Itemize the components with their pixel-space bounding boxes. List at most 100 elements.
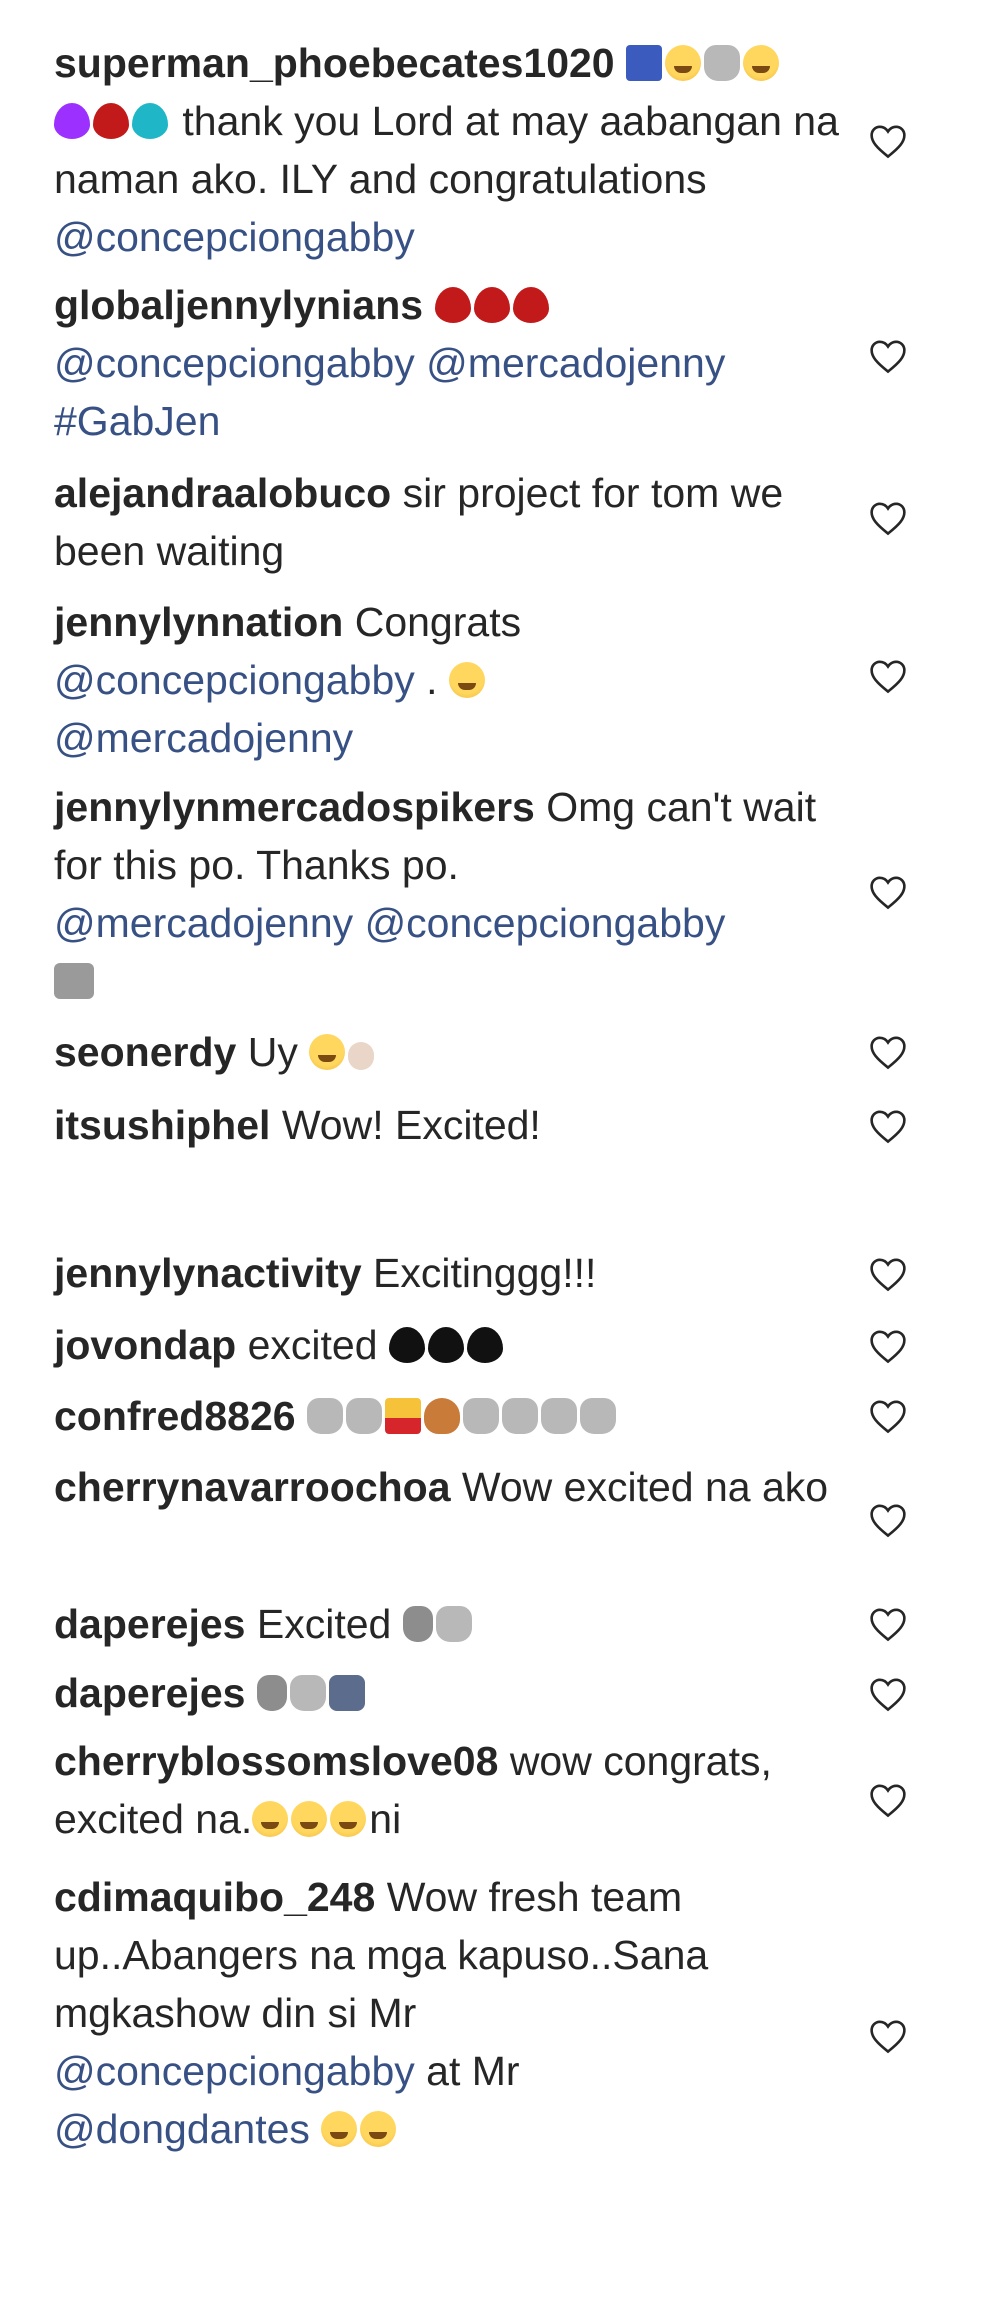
like-heart-icon[interactable] [868,874,908,910]
comment-text: thank you Lord at may aabangan na naman … [54,98,839,202]
comment-item: cherrynavarroochoa Wow excited na ako [54,1458,854,1516]
comment-text: Uy [247,1029,298,1075]
mention-link[interactable]: @mercadojenny [426,340,725,386]
comment-text: excited [247,1322,378,1368]
comment-item: itsushiphel Wow! Excited! [54,1096,854,1154]
heart-emoji-icon [93,103,129,139]
mention-link[interactable]: @concepciongabby [54,214,415,260]
emoji-icon [360,2111,397,2147]
like-heart-icon[interactable] [868,1676,908,1712]
comment-text: at Mr [414,2048,520,2094]
heart-emoji-icon [54,103,90,139]
heart-emoji-icon [473,287,510,323]
emoji-icon [289,1675,326,1711]
comment-item: jennylynactivity Excitinggg!!! [54,1244,854,1302]
like-heart-icon[interactable] [868,1502,908,1538]
emoji-icon [665,45,702,81]
comment-item: jennylynnation Congrats @concepciongabby… [54,593,854,767]
mention-link[interactable]: @concepciongabby [54,657,415,703]
comment-text: Excited [256,1601,392,1647]
emoji-icon [384,1398,421,1434]
emoji-icon [435,1606,472,1642]
emoji-icon [626,45,663,81]
heart-emoji-icon [512,287,549,323]
comment-text: Wow excited na ako [461,1464,829,1510]
mention-link[interactable]: @mercadojenny [54,715,353,761]
emoji-icon [448,662,485,698]
heart-emoji-icon [132,103,168,139]
emoji-icon [743,45,780,81]
hashtag-link[interactable]: #GabJen [54,398,220,444]
emoji-icon [704,45,741,81]
emoji-icon [309,1034,346,1070]
like-heart-icon[interactable] [868,658,908,694]
comment-username[interactable]: cdimaquibo_248 [54,1874,375,1920]
comment-item: daperejes Excited [54,1595,854,1653]
emoji-icon [321,2111,358,2147]
mention-link[interactable]: @mercadojenny [54,900,353,946]
heart-emoji-icon [434,287,471,323]
comment-item: cherryblossomslove08 wow congrats, excit… [54,1732,854,1848]
comment-username[interactable]: cherrynavarroochoa [54,1464,451,1510]
heart-emoji-icon [466,1327,503,1363]
like-heart-icon[interactable] [868,1782,908,1818]
comment-text: Congrats [354,599,522,645]
comment-username[interactable]: daperejes [54,1670,245,1716]
comment-item: jovondap excited [54,1316,854,1374]
emoji-icon [252,1801,289,1837]
emoji-icon [291,1801,328,1837]
comment-item: alejandraalobuco sir project for tom we … [54,464,854,580]
comment-username[interactable]: alejandraalobuco [54,470,391,516]
like-heart-icon[interactable] [868,123,908,159]
emoji-icon [306,1398,343,1434]
like-heart-icon[interactable] [868,1256,908,1292]
comment-username[interactable]: jennylynnation [54,599,343,645]
heart-emoji-icon [388,1327,425,1363]
comment-item: confred8826 [54,1387,854,1445]
like-heart-icon[interactable] [868,500,908,536]
emoji-icon [501,1398,538,1434]
mention-link[interactable]: @concepciongabby [54,340,415,386]
comment-username[interactable]: superman_phoebecates1020 [54,40,615,86]
like-heart-icon[interactable] [868,1398,908,1434]
comment-text: ni [369,1796,402,1842]
comment-username[interactable]: seonerdy [54,1029,236,1075]
like-heart-icon[interactable] [868,2018,908,2054]
mention-link[interactable]: @dongdantes [54,2106,310,2152]
emoji-icon [462,1398,499,1434]
emoji-icon [345,1398,382,1434]
heart-emoji-icon [427,1327,464,1363]
comment-item: jennylynmercadospikers Omg can't wait fo… [54,778,854,1010]
comment-item: daperejes [54,1664,854,1722]
comment-item: superman_phoebecates1020 thank you Lord … [54,34,854,266]
comment-item: cdimaquibo_248 Wow fresh team up..Abange… [54,1868,854,2158]
comment-item: seonerdy Uy [54,1023,854,1081]
mention-link[interactable]: @concepciongabby [54,2048,415,2094]
comment-username[interactable]: cherryblossomslove08 [54,1738,498,1784]
emoji-icon [256,1675,287,1711]
emoji-icon [54,963,94,999]
comment-username[interactable]: jennylynmercadospikers [54,784,535,830]
comment-text: Wow! Excited! [281,1102,541,1148]
comment-text: . [414,657,449,703]
like-heart-icon[interactable] [868,1034,908,1070]
like-heart-icon[interactable] [868,1328,908,1364]
like-heart-icon[interactable] [868,1108,908,1144]
emoji-icon [540,1398,577,1434]
emoji-icon [330,1801,367,1837]
comment-username[interactable]: jennylynactivity [54,1250,362,1296]
like-heart-icon[interactable] [868,338,908,374]
comment-username[interactable]: itsushiphel [54,1102,270,1148]
comment-item: globaljennylynians @concepciongabby @mer… [54,276,854,450]
like-heart-icon[interactable] [868,1606,908,1642]
comment-text: Excitinggg!!! [373,1250,597,1296]
comment-username[interactable]: jovondap [54,1322,236,1368]
emoji-icon [348,1042,375,1070]
emoji-icon [423,1398,460,1434]
comment-username[interactable]: confred8826 [54,1393,296,1439]
comment-username[interactable]: globaljennylynians [54,282,423,328]
emoji-icon [328,1675,365,1711]
emoji-icon [402,1606,433,1642]
mention-link[interactable]: @concepciongabby [365,900,726,946]
comment-username[interactable]: daperejes [54,1601,245,1647]
